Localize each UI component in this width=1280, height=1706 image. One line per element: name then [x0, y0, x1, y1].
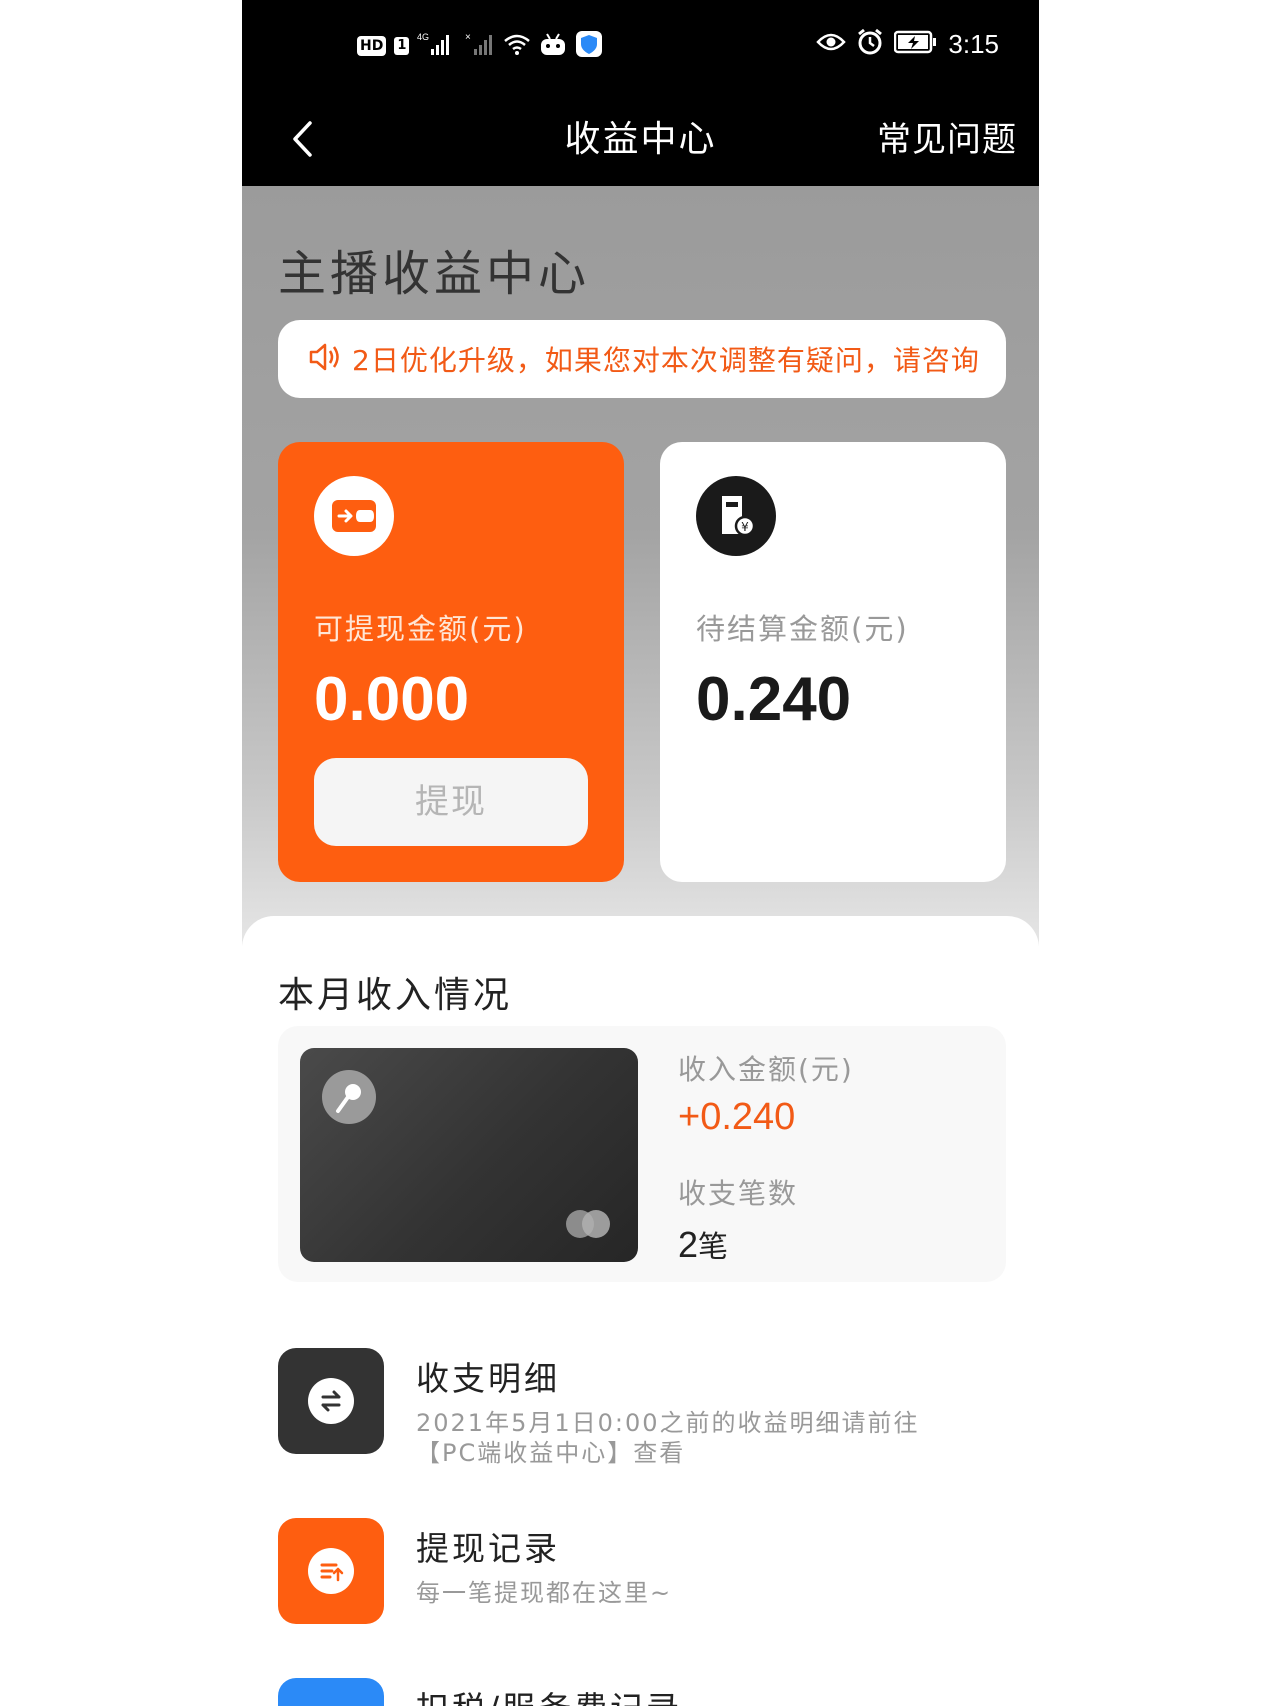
faq-link[interactable]: 常见问题 [877, 112, 1017, 161]
signal-icon: 4G [417, 31, 457, 61]
microphone-icon [322, 1070, 376, 1124]
signal-x-icon: × [465, 31, 495, 61]
list-item-title: 收支明细 [416, 1359, 560, 1398]
list-item-withdraw-records[interactable]: 提现记录 每一笔提现都在这里~ [278, 1518, 1006, 1628]
withdraw-button[interactable]: 提现 [314, 758, 588, 846]
receipt-yen-icon: ¥ [696, 476, 776, 556]
income-value: +0.240 [678, 1096, 796, 1138]
phone-screen: HD 1 4G × 3:15 收益中心 常见问题 主播收益中心 2日优化升级，如… [242, 0, 1039, 1706]
nav-bar: 收益中心 常见问题 [242, 92, 1039, 186]
month-section-title: 本月收入情况 [278, 975, 513, 1016]
content-sheet: 本月收入情况 收入金额(元) +0.240 收支笔数 2笔 收支明细 2021年… [242, 916, 1039, 1706]
sim-badge: 1 [394, 37, 410, 55]
svg-text:×: × [465, 32, 471, 43]
notice-banner[interactable]: 2日优化升级，如果您对本次调整有疑问，请咨询 [278, 320, 1006, 398]
exchange-icon [278, 1348, 384, 1454]
svg-text:¥: ¥ [741, 520, 749, 534]
status-bar: HD 1 4G × 3:15 [242, 0, 1039, 92]
count-label: 收支笔数 [678, 1177, 799, 1210]
month-income-box: 收入金额(元) +0.240 收支笔数 2笔 [278, 1026, 1006, 1282]
alarm-icon [856, 28, 884, 60]
shield-icon [575, 30, 603, 62]
pending-label: 待结算金额(元) [696, 612, 909, 646]
card-brand-icon [566, 1210, 612, 1238]
wallet-icon [314, 476, 394, 556]
pending-card: ¥ 待结算金额(元) 0.240 [660, 442, 1006, 882]
status-left: HD 1 4G × [357, 30, 603, 62]
withdraw-list-icon [278, 1518, 384, 1624]
list-item-title: 提现记录 [416, 1529, 560, 1568]
clock-time: 3:15 [948, 28, 999, 59]
hd-badge: HD [357, 36, 387, 56]
list-item-transactions[interactable]: 收支明细 2021年5月1日0:00之前的收益明细请前往 【PC端收益中心】查看 [278, 1348, 1006, 1467]
withdrawable-amount: 0.000 [314, 665, 470, 734]
robot-icon [539, 31, 567, 61]
bank-card-graphic [300, 1048, 638, 1262]
svg-text:4G: 4G [417, 32, 429, 42]
battery-charging-icon [894, 30, 938, 58]
list-item-desc: 2021年5月1日0:00之前的收益明细请前往 【PC端收益中心】查看 [416, 1409, 920, 1467]
withdrawable-label: 可提现金额(元) [314, 612, 527, 646]
income-label: 收入金额(元) [678, 1053, 854, 1086]
list-item-desc: 每一笔提现都在这里~ [416, 1579, 673, 1607]
hero-title: 主播收益中心 [278, 246, 591, 302]
hero-section: 主播收益中心 2日优化升级，如果您对本次调整有疑问，请咨询 可提现金额(元) 0… [242, 186, 1039, 946]
list-item-title: 扣税/服务费记录 [416, 1682, 682, 1706]
count-value: 2笔 [678, 1224, 729, 1265]
withdrawable-card: 可提现金额(元) 0.000 提现 [278, 442, 624, 882]
list-item-tax-records[interactable]: 扣税/服务费记录 [278, 1678, 1006, 1706]
wifi-icon [503, 32, 531, 60]
speaker-icon [308, 341, 344, 377]
status-right: 3:15 [816, 28, 999, 60]
pending-amount: 0.240 [696, 665, 852, 734]
eye-icon [816, 31, 847, 57]
notice-text: 2日优化升级，如果您对本次调整有疑问，请咨询 [352, 344, 980, 377]
tax-record-icon [278, 1678, 384, 1706]
